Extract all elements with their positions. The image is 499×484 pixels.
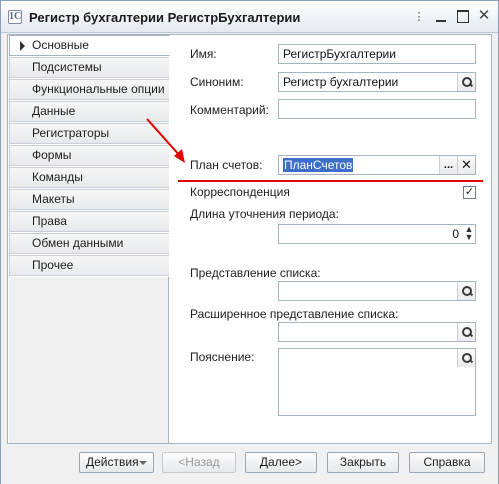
chart-of-accounts-value: ПланСчетов (283, 158, 354, 172)
nav-item-label: Обмен данными (32, 236, 124, 250)
name-label: Имя: (190, 47, 217, 61)
nav-item-label: Права (32, 214, 67, 228)
comment-label: Комментарий: (190, 103, 269, 117)
search-icon[interactable] (457, 73, 475, 91)
period-value: 0 (452, 227, 459, 241)
explanation-field[interactable] (278, 348, 476, 416)
list-presentation-field[interactable] (278, 281, 476, 301)
nav-filler (9, 277, 169, 443)
correspondence-label: Корреспонденция (190, 185, 290, 199)
name-value: РегистрБухгалтерии (283, 47, 396, 61)
nav-item-other[interactable]: Прочее (9, 255, 169, 276)
nav-item-main[interactable]: Основные (9, 35, 170, 56)
comment-field[interactable] (278, 99, 476, 119)
name-field[interactable]: РегистрБухгалтерии (278, 44, 476, 64)
nav-item-functional-options[interactable]: Функциональные опции (9, 79, 169, 100)
ellipsis-icon[interactable]: ... (439, 156, 457, 174)
nav-item-label: Регистраторы (32, 126, 110, 140)
chart-of-accounts-field[interactable]: ПланСчетов ... ✕ (278, 155, 476, 175)
close-icon[interactable]: ✕ (477, 8, 491, 23)
window-title: Регистр бухгалтерии РегистрБухгалтерии (29, 10, 301, 25)
list-presentation-label: Представление списка: (190, 266, 321, 280)
nav-item-commands[interactable]: Команды (9, 167, 169, 188)
next-button-label: Далее> (259, 455, 303, 469)
actions-button-label: Действия (86, 455, 139, 469)
back-button-label: <Назад (178, 455, 220, 469)
search-icon[interactable] (457, 323, 475, 341)
nav-item-label: Прочее (32, 258, 74, 272)
next-button[interactable]: Далее> (245, 452, 317, 473)
nav-item-subsystems[interactable]: Подсистемы (9, 57, 169, 78)
nav-item-label: Команды (32, 170, 83, 184)
nav-item-label: Подсистемы (32, 60, 102, 74)
maximize-icon[interactable] (456, 9, 470, 23)
help-button[interactable]: Справка (409, 452, 485, 473)
back-button[interactable]: <Назад (162, 452, 236, 473)
annotation-underline (178, 180, 483, 182)
actions-button[interactable]: Действия (79, 452, 154, 473)
synonym-value: Регистр бухгалтерии (283, 75, 399, 89)
title-bar: 1С Регистр бухгалтерии РегистрБухгалтери… (1, 1, 498, 33)
period-field[interactable]: 0 ▲ ▼ (278, 224, 476, 244)
period-label: Длина уточнения периода: (190, 207, 339, 221)
nav-item-label: Данные (32, 104, 76, 118)
synonym-label: Синоним: (190, 75, 244, 89)
explanation-label: Пояснение: (190, 350, 255, 364)
nav-item-label: Макеты (32, 192, 75, 206)
minimize-icon[interactable] (434, 9, 448, 23)
annotation-arrow (146, 118, 185, 163)
ext-list-presentation-label: Расширенное представление списка: (190, 307, 399, 321)
ext-list-presentation-field[interactable] (278, 322, 476, 342)
help-button-label: Справка (423, 455, 471, 469)
nav-item-data-exchange[interactable]: Обмен данными (9, 233, 169, 254)
app-icon: 1С (8, 10, 22, 24)
chevron-down-icon (139, 461, 147, 465)
search-icon[interactable] (457, 282, 475, 300)
clear-icon[interactable]: ✕ (457, 156, 475, 174)
search-icon[interactable] (457, 349, 475, 367)
close-button[interactable]: Закрыть (327, 452, 399, 473)
chart-of-accounts-label: План счетов: (190, 158, 263, 172)
nav-item-label: Формы (32, 148, 72, 162)
correspondence-checkbox[interactable]: ✓ (463, 186, 476, 199)
nav-item-label: Функциональные опции (32, 82, 165, 96)
nav-item-templates[interactable]: Макеты (9, 189, 169, 210)
triangle-right-icon (20, 41, 25, 51)
close-button-label: Закрыть (339, 455, 387, 469)
nav-item-label: Основные (32, 38, 89, 52)
spinner-icon[interactable]: ▲ ▼ (463, 225, 475, 243)
nav-item-rights[interactable]: Права (9, 211, 169, 232)
register-window: 1С Регистр бухгалтерии РегистрБухгалтери… (0, 0, 499, 484)
more-icon[interactable]: ⋮ (412, 10, 426, 24)
synonym-field[interactable]: Регистр бухгалтерии (278, 72, 476, 92)
